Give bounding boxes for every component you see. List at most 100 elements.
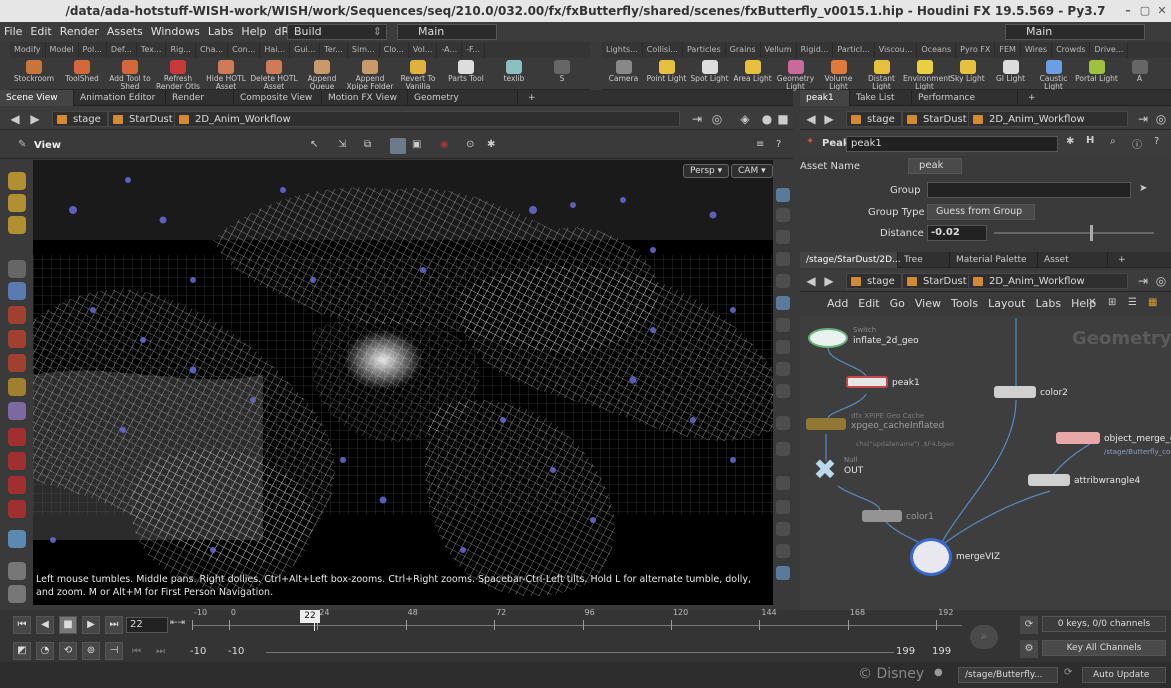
- desktop-select[interactable]: Build ⇕: [287, 24, 387, 40]
- net-back-icon[interactable]: ◀: [804, 274, 818, 288]
- shelf-tab[interactable]: Gui...: [290, 42, 321, 58]
- menu-edit[interactable]: Edit: [26, 22, 55, 42]
- net-pin-icon[interactable]: ⇥: [1136, 274, 1150, 288]
- snap-toggle-icon[interactable]: [776, 252, 790, 266]
- shelf-tool[interactable]: Point Light: [645, 58, 688, 83]
- shelf-tool[interactable]: Revert To Vanilla: [394, 58, 442, 91]
- settings-icon[interactable]: ✱: [487, 139, 495, 150]
- points-icon[interactable]: [776, 384, 790, 398]
- net-menu-labs[interactable]: Labs: [1031, 294, 1067, 314]
- tab-left_tabs-5[interactable]: Geometry Spreadsheet: [408, 90, 518, 119]
- shelf-tab[interactable]: Lights...: [602, 42, 643, 58]
- keyframe-icon[interactable]: ⟳: [1020, 616, 1038, 634]
- snap-icon[interactable]: [8, 530, 26, 548]
- play-icon[interactable]: ▶: [82, 616, 100, 634]
- select-mode-icon[interactable]: ↖: [310, 139, 318, 150]
- shelf-tool[interactable]: Environment Light: [903, 58, 951, 91]
- shelf-tab[interactable]: Vellum: [761, 42, 797, 58]
- shelf-tab[interactable]: Hai...: [260, 42, 291, 58]
- shelf-tab[interactable]: Crowds: [1052, 42, 1091, 58]
- list-icon[interactable]: ☰: [1128, 297, 1137, 308]
- shelf-tool[interactable]: Geometry Light: [774, 58, 817, 91]
- distance-slider-track[interactable]: [994, 232, 1154, 234]
- range-icon[interactable]: ⊣: [105, 642, 123, 660]
- pin-icon[interactable]: ⇥: [690, 112, 704, 126]
- chat-icon[interactable]: ●: [934, 667, 943, 678]
- help-icon[interactable]: ?: [776, 139, 781, 150]
- magnet2-icon[interactable]: [8, 452, 26, 470]
- shelf-tool[interactable]: Hide HOTL Asset: [202, 58, 250, 91]
- loop-icon[interactable]: ⟲: [59, 642, 77, 660]
- tab-left_tabs-3[interactable]: Composite View: [234, 90, 322, 106]
- cube-icon[interactable]: ◈: [738, 112, 752, 126]
- range-start[interactable]: -10: [190, 644, 224, 660]
- shelf-tool[interactable]: Append Xpipe Folder: [346, 58, 394, 91]
- jump-start-icon[interactable]: ⏮: [13, 616, 31, 634]
- net-menu-add[interactable]: Add: [822, 294, 853, 314]
- magnet-icon[interactable]: [8, 428, 26, 446]
- shelf-tool[interactable]: Area Light: [731, 58, 774, 83]
- link-icon[interactable]: ◎: [710, 112, 724, 126]
- transform-icon[interactable]: [8, 306, 26, 324]
- magnet3-icon[interactable]: [8, 476, 26, 494]
- shelf-tab[interactable]: Wires: [1021, 42, 1053, 58]
- net-menu-layout[interactable]: Layout: [983, 294, 1030, 314]
- parm-link-icon[interactable]: ◎: [1154, 112, 1168, 126]
- view-tool-icon[interactable]: [8, 402, 26, 420]
- group-select-arrow-icon[interactable]: ➤: [1139, 183, 1147, 194]
- ghost-icon[interactable]: [776, 208, 790, 222]
- net-menu-view[interactable]: View: [910, 294, 946, 314]
- frame-marker[interactable]: 22: [300, 610, 320, 623]
- wrench-icon[interactable]: ✎: [18, 139, 26, 150]
- normals-icon[interactable]: [776, 416, 790, 430]
- parm-pin-icon[interactable]: ⇥: [1136, 112, 1150, 126]
- net-forward-icon[interactable]: ▶: [822, 274, 836, 288]
- shelf-tab[interactable]: Def...: [107, 42, 137, 58]
- shelf-tool[interactable]: Refresh Render Otls: [154, 58, 202, 91]
- shelf-tab[interactable]: Pol...: [79, 42, 107, 58]
- render-strip-icon[interactable]: [776, 566, 790, 580]
- scale-icon[interactable]: [8, 354, 26, 372]
- gear-icon[interactable]: ✱: [1066, 136, 1074, 147]
- network-editor[interactable]: Geometry Switch inflate_2d_geo peak1 col…: [800, 316, 1171, 610]
- shelf-tool[interactable]: Volume Light: [817, 58, 860, 91]
- shelf-tool[interactable]: S: [538, 58, 586, 83]
- tab-left_tabs-1[interactable]: Animation Editor: [74, 90, 166, 106]
- box-icon[interactable]: ■: [776, 112, 790, 126]
- edit-icon[interactable]: [776, 522, 790, 536]
- auto-update-select[interactable]: Auto Update: [1082, 667, 1166, 683]
- key-all-channels-button[interactable]: Key All Channels: [1042, 640, 1166, 656]
- display-mode-icon[interactable]: [776, 188, 790, 202]
- shelf-tool[interactable]: A: [1118, 58, 1161, 83]
- pose-icon[interactable]: [8, 378, 26, 396]
- info-icon[interactable]: ⓘ: [1132, 136, 1142, 151]
- shelf-tool[interactable]: GI Light: [989, 58, 1032, 83]
- rotate-icon[interactable]: [8, 330, 26, 348]
- shelf-tab[interactable]: Clo...: [380, 42, 409, 58]
- tab-right_mid_tabs-2[interactable]: Material Palette: [950, 252, 1038, 268]
- shelf-tool[interactable]: Camera: [602, 58, 645, 83]
- shelf-tab[interactable]: Grains: [726, 42, 761, 58]
- add-tab-icon[interactable]: +: [1112, 252, 1132, 268]
- measure-strip-icon[interactable]: [776, 544, 790, 558]
- group-type-select[interactable]: Guess from Group: [927, 204, 1035, 220]
- sphere-icon[interactable]: ●: [760, 112, 774, 126]
- range-end-2[interactable]: 199: [932, 644, 960, 660]
- menu-labs[interactable]: Labs: [204, 22, 238, 42]
- net-menu-tools[interactable]: Tools: [946, 294, 983, 314]
- shelf-tab[interactable]: Drive...: [1090, 42, 1129, 58]
- main-select-right[interactable]: Main: [1005, 24, 1145, 40]
- shelf-tab[interactable]: Model: [46, 42, 79, 58]
- shading-toggle-icon[interactable]: [390, 138, 406, 154]
- shelf-tool[interactable]: Stockroom: [10, 58, 58, 83]
- tab-right_top_tabs-2[interactable]: Performance Monitor: [912, 90, 1018, 119]
- menu-assets[interactable]: Assets: [103, 22, 147, 42]
- viewport-layout-icon[interactable]: ≡: [756, 139, 764, 150]
- shelf-tool[interactable]: Spot Light: [688, 58, 731, 83]
- net-crumb-workflow[interactable]: 2D_Anim_Workflow: [968, 273, 1128, 289]
- net-link-icon[interactable]: ◎: [1154, 274, 1168, 288]
- menu-help[interactable]: Help: [237, 22, 270, 42]
- scope-icon[interactable]: [776, 500, 790, 514]
- parm-help-icon[interactable]: ?: [1154, 136, 1159, 147]
- palette-icon[interactable]: ▦: [1148, 297, 1157, 308]
